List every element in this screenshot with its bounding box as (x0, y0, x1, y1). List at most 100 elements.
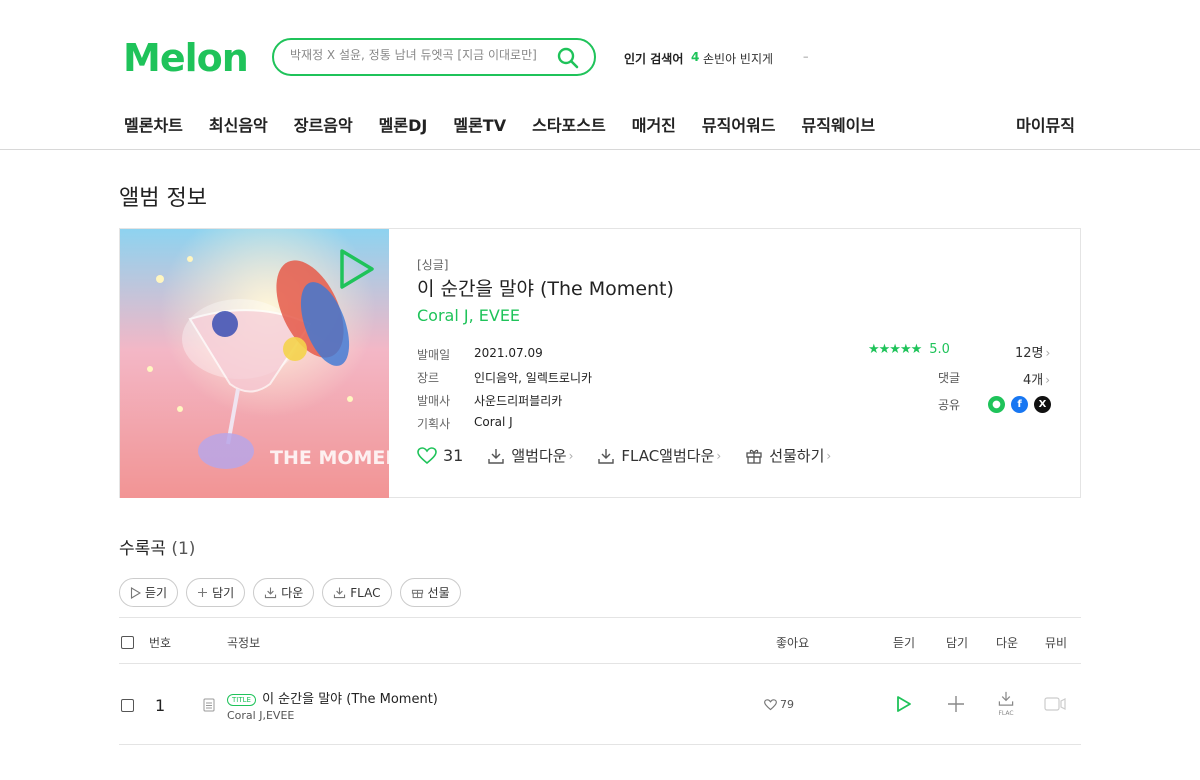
song-info-icon[interactable] (203, 698, 215, 712)
comment-count-link[interactable]: 4개 › (1023, 369, 1050, 388)
album-info-box: THE MOMENT [싱글] 이 순간을 말야 (The Moment) Co… (119, 228, 1081, 498)
album-like-button[interactable]: 31 (417, 446, 463, 465)
rating-stars-icon: ★★★★★ (868, 342, 922, 357)
nav-item-magazine[interactable]: 매거진 (632, 112, 676, 136)
meta-key: 장르 (417, 371, 440, 385)
share-melon-friend-icon[interactable]: ● (988, 396, 1005, 413)
select-all-checkbox[interactable] (121, 636, 134, 649)
search-input[interactable] (290, 48, 550, 62)
col-like: 좋아요 (776, 636, 810, 650)
nav-item-dj[interactable]: 멜론DJ (379, 112, 428, 136)
col-down: 다운 (996, 636, 1019, 650)
tracklist-count: (1) (171, 539, 196, 559)
nav-item-tv[interactable]: 멜론TV (453, 112, 506, 136)
album-like-count: 31 (443, 446, 464, 465)
comment-count: 4개 (1023, 373, 1044, 388)
chevron-right-icon: › (1045, 346, 1051, 360)
add-selected-button[interactable]: 담기 (186, 578, 246, 607)
download-icon (265, 587, 277, 599)
download-icon (998, 691, 1014, 706)
album-gift-label: 선물하기 (769, 447, 825, 465)
popular-search-word[interactable]: 손빈아 빈지게 (703, 50, 773, 67)
flac-selected-label: FLAC (350, 585, 381, 600)
nav-item-starpost[interactable]: 스타포스트 (532, 112, 606, 136)
album-flac-download-button[interactable]: FLAC앨범다운 › (597, 445, 721, 466)
meta-key: 발매일 (417, 348, 451, 362)
meta-key: 발매사 (417, 394, 451, 408)
play-icon[interactable] (896, 695, 912, 713)
col-mv: 뮤비 (1045, 636, 1068, 650)
search-icon[interactable] (556, 46, 580, 70)
row-checkbox[interactable] (121, 699, 134, 712)
flac-selected-button[interactable]: FLAC (322, 578, 392, 607)
gift-selected-button[interactable]: 선물 (399, 578, 461, 607)
chevron-right-icon: › (826, 448, 832, 463)
heart-icon (764, 698, 777, 710)
chevron-right-icon: › (716, 448, 722, 463)
meta-value: 사운드리퍼블리카 (474, 394, 563, 408)
popular-search-label: 인기 검색어 (624, 52, 684, 66)
rating-count-link[interactable]: 12명 › (1015, 342, 1050, 361)
flac-tag: FLAC (998, 710, 1014, 717)
download-icon (334, 587, 346, 599)
album-gift-button[interactable]: 선물하기 › (745, 445, 831, 466)
nav-item-chart[interactable]: 멜론차트 (124, 112, 183, 136)
cover-play-icon[interactable] (336, 247, 376, 291)
nav-item-mymusic[interactable]: 마이뮤직 (1016, 112, 1075, 136)
tracklist-title: 수록곡 (1) (119, 534, 195, 559)
chevron-right-icon: › (1045, 373, 1051, 387)
plus-icon (198, 588, 208, 597)
add-selected-label: 담기 (212, 586, 235, 600)
share-facebook-icon[interactable]: f (1011, 396, 1028, 413)
gift-icon (746, 449, 762, 464)
rating-count: 12명 (1015, 346, 1044, 361)
album-cover[interactable]: THE MOMENT (120, 229, 389, 498)
meta-key: 기획사 (417, 417, 451, 431)
nav-item-genre[interactable]: 장르음악 (294, 112, 353, 136)
meta-value: 인디음악, 일렉트로니카 (474, 371, 593, 385)
album-download-button[interactable]: 앨범다운 › (487, 445, 573, 466)
nav-item-wave[interactable]: 뮤직웨이브 (802, 112, 876, 136)
popular-search-rank: 4 (691, 50, 700, 64)
tracklist-title-text: 수록곡 (119, 539, 166, 559)
cover-title-text: THE MOMENT (270, 447, 389, 469)
row-number: 1 (155, 696, 166, 715)
comment-label: 댓글 (938, 371, 961, 385)
download-selected-button[interactable]: 다운 (253, 578, 315, 607)
nav-item-new[interactable]: 최신음악 (209, 112, 268, 136)
album-flac-label: FLAC앨범다운 (621, 447, 715, 465)
site-header: Melon 인기 검색어 4 손빈아 빈지게 – 멜론차트 최신음악 장르음악 … (0, 0, 1200, 150)
col-num: 번호 (149, 636, 172, 650)
song-title: 이 순간을 말야 (The Moment) (262, 692, 438, 707)
song-like-button[interactable]: 79 (764, 698, 794, 711)
main-nav: 멜론차트 최신음악 장르음악 멜론DJ 멜론TV 스타포스트 매거진 뮤직어워드… (124, 112, 901, 136)
album-artist-link[interactable]: Coral J, EVEE (417, 306, 520, 325)
album-download-label: 앨범다운 (511, 447, 567, 465)
flac-download-button[interactable]: FLAC (995, 690, 1017, 717)
table-row: 1 TITLE 이 순간을 말야 (The Moment) Coral J,EV… (119, 664, 1081, 745)
heart-icon (417, 446, 437, 464)
album-actions: 31 앨범다운 › FLAC앨범다운 › 선물하기 › (417, 445, 855, 466)
meta-value: Coral J (474, 415, 513, 429)
melon-logo[interactable]: Melon (123, 36, 249, 80)
album-title: 이 순간을 말야 (The Moment) (417, 278, 674, 300)
play-selected-button[interactable]: 듣기 (119, 578, 179, 607)
title-badge: TITLE (227, 693, 256, 706)
play-selected-label: 듣기 (145, 586, 168, 600)
gift-selected-label: 선물 (427, 586, 450, 600)
meta-value: 2021.07.09 (474, 346, 543, 360)
rating-score: 5.0 (929, 342, 950, 357)
song-artist-link[interactable]: Coral J,EVEE (227, 709, 294, 722)
download-icon (488, 448, 505, 464)
share-x-icon[interactable]: X (1034, 396, 1051, 413)
plus-icon[interactable] (947, 695, 965, 713)
popular-search-change: – (803, 50, 809, 63)
song-title-link[interactable]: TITLE 이 순간을 말야 (The Moment) (227, 688, 438, 707)
chevron-right-icon: › (568, 448, 574, 463)
tracklist-header: 번호 곡정보 좋아요 듣기 담기 다운 뮤비 (119, 617, 1081, 664)
music-video-icon[interactable] (1044, 697, 1066, 711)
album-type: [싱글] (417, 258, 449, 272)
nav-item-award[interactable]: 뮤직어워드 (702, 112, 776, 136)
download-icon (598, 448, 615, 464)
download-selected-label: 다운 (281, 586, 304, 600)
